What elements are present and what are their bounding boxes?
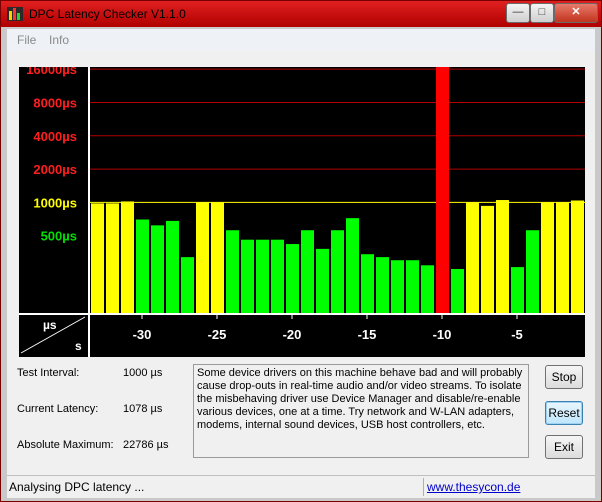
minimize-button[interactable]: — xyxy=(506,3,530,23)
latency-bar xyxy=(331,230,344,313)
y-tick-label: 8000µs xyxy=(33,95,77,110)
window-title: DPC Latency Checker V1.1.0 xyxy=(29,7,186,21)
website-link[interactable]: www.thesycon.de xyxy=(427,480,520,494)
test-interval-value: 1000 µs xyxy=(123,367,163,379)
bar-chart-icon xyxy=(7,7,23,21)
close-button[interactable]: ✕ xyxy=(554,3,598,23)
status-separator xyxy=(423,478,424,496)
latency-bar xyxy=(166,220,179,313)
latency-bar xyxy=(556,202,569,313)
x-axis-unit-top: µs xyxy=(43,318,57,332)
y-tick-label: 16000µs xyxy=(26,67,77,77)
latency-bar xyxy=(466,202,479,313)
latency-bar xyxy=(271,239,284,313)
maximize-button[interactable]: □ xyxy=(530,3,554,23)
latency-bar xyxy=(451,268,464,313)
latency-bar xyxy=(421,265,434,313)
app-window: DPC Latency Checker V1.1.0 — □ ✕ File In… xyxy=(0,0,602,502)
y-tick-label: 1000µs xyxy=(33,195,77,210)
stop-button[interactable]: Stop xyxy=(545,365,583,389)
latency-bar xyxy=(211,202,224,313)
y-tick-label: 500µs xyxy=(41,229,77,244)
latency-bar xyxy=(571,200,584,313)
y-tick-label: 2000µs xyxy=(33,162,77,177)
x-tick-label: -20 xyxy=(283,327,302,342)
client-area: 16000µs 8000µs 4000µs 2000µs 1000µs 500µs µs … xyxy=(7,51,595,475)
latency-bar xyxy=(151,225,164,313)
reset-button[interactable]: Reset xyxy=(545,401,583,425)
latency-bar xyxy=(496,200,509,313)
current-latency-value: 1078 µs xyxy=(123,403,163,415)
latency-bar xyxy=(406,260,419,313)
latency-bar xyxy=(316,248,329,313)
latency-bar xyxy=(436,67,449,313)
menu-info[interactable]: Info xyxy=(49,33,69,47)
absolute-max-label: Absolute Maximum: xyxy=(17,439,114,451)
exit-button[interactable]: Exit xyxy=(545,435,583,459)
x-tick-label: -25 xyxy=(208,327,227,342)
x-tick-label: -30 xyxy=(133,327,152,342)
latency-bar xyxy=(346,218,359,313)
title-bar[interactable]: DPC Latency Checker V1.1.0 — □ ✕ xyxy=(1,1,601,27)
latency-bar xyxy=(181,257,194,313)
status-bar: Analysing DPC latency ... www.thesycon.d… xyxy=(7,475,595,498)
latency-bar xyxy=(481,205,494,313)
latency-bar xyxy=(376,257,389,313)
latency-bar xyxy=(241,239,254,313)
x-tick-label: -5 xyxy=(511,327,523,342)
latency-bar xyxy=(121,201,134,313)
status-text: Analysing DPC latency ... xyxy=(9,480,145,494)
latency-bar xyxy=(526,230,539,313)
latency-bar xyxy=(226,230,239,313)
chart-x-axis-divider xyxy=(19,313,585,315)
latency-bar xyxy=(541,202,554,313)
latency-bar xyxy=(256,239,269,313)
latency-bar xyxy=(511,267,524,313)
info-message: Some device drivers on this machine beha… xyxy=(193,364,529,458)
absolute-max-value: 22786 µs xyxy=(123,439,169,451)
x-tick-label: -10 xyxy=(433,327,452,342)
latency-bar xyxy=(361,254,374,313)
latency-bar xyxy=(391,260,404,313)
x-tick-label: -15 xyxy=(358,327,377,342)
latency-bar xyxy=(301,230,314,313)
latency-bar xyxy=(196,202,209,313)
latency-bar xyxy=(286,244,299,313)
latency-chart: 16000µs8000µs4000µs2000µs1000µs500µs µs … xyxy=(19,67,585,357)
x-axis-unit-bottom: s xyxy=(75,339,82,353)
y-tick-label: 4000µs xyxy=(33,129,77,144)
latency-bar xyxy=(91,203,104,313)
menu-bar: File Info xyxy=(7,29,595,51)
latency-bar xyxy=(106,203,119,313)
menu-file[interactable]: File xyxy=(17,33,36,47)
test-interval-label: Test Interval: xyxy=(17,367,80,379)
latency-bar xyxy=(136,219,149,313)
current-latency-label: Current Latency: xyxy=(17,403,99,415)
